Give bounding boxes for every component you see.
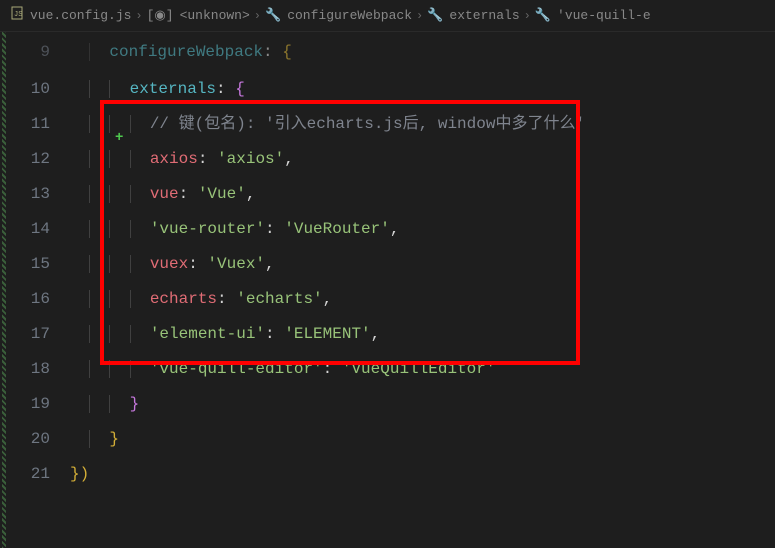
code-line: 'element-ui': 'ELEMENT',	[70, 317, 775, 352]
breadcrumb-symbol-label: <unknown>	[180, 8, 250, 23]
code-line: 'vue-router': 'VueRouter',	[70, 212, 775, 247]
breadcrumb-symbol-configure[interactable]: 🔧 configureWebpack	[265, 8, 412, 23]
wrench-icon: 🔧	[535, 8, 551, 23]
code-line: configureWebpack: {	[70, 32, 775, 72]
code-line: }	[70, 422, 775, 457]
code-line: axios: 'axios',	[70, 142, 775, 177]
line-number: 12	[0, 142, 50, 177]
breadcrumb-symbol-unknown[interactable]: [◉] <unknown>	[147, 8, 250, 23]
breadcrumb-file[interactable]: JS vue.config.js	[10, 6, 131, 25]
code-line: }	[70, 387, 775, 422]
gutter-change-indicator	[2, 32, 6, 548]
line-number: 11	[0, 107, 50, 142]
breadcrumb-symbol-externals[interactable]: 🔧 externals	[427, 8, 519, 23]
code-line: echarts: 'echarts',	[70, 282, 775, 317]
js-file-icon: JS	[10, 6, 24, 25]
code-line: vue: 'Vue',	[70, 177, 775, 212]
chevron-right-icon: ›	[254, 9, 261, 23]
line-number: 10	[0, 72, 50, 107]
wrench-icon: 🔧	[427, 8, 443, 23]
chevron-right-icon: ›	[416, 9, 423, 23]
line-number: 21	[0, 457, 50, 492]
breadcrumb-symbol-quill[interactable]: 🔧 'vue-quill-e	[535, 8, 651, 23]
code-line: // 键(包名): '引入echarts.js后, window中多了什么'	[70, 107, 775, 142]
chevron-right-icon: ›	[135, 9, 142, 23]
line-number: 16	[0, 282, 50, 317]
symbol-icon: [◉]	[147, 8, 174, 23]
add-marker-icon: +	[115, 130, 123, 146]
line-number: 19	[0, 387, 50, 422]
code-editor[interactable]: 9 10 11 12 13 14 15 16 17 18 19 20 21 co…	[0, 32, 775, 548]
wrench-icon: 🔧	[265, 8, 281, 23]
code-line: externals: {	[70, 72, 775, 107]
breadcrumb-symbol-label: configureWebpack	[287, 8, 412, 23]
breadcrumb-symbol-label: 'vue-quill-e	[557, 8, 651, 23]
breadcrumb-file-label: vue.config.js	[30, 8, 131, 23]
code-content[interactable]: configureWebpack: { externals: { // 键(包名…	[70, 32, 775, 548]
line-number: 17	[0, 317, 50, 352]
code-line: vuex: 'Vuex',	[70, 247, 775, 282]
line-number: 14	[0, 212, 50, 247]
breadcrumb: JS vue.config.js › [◉] <unknown> › 🔧 con…	[0, 0, 775, 32]
line-number: 20	[0, 422, 50, 457]
svg-text:JS: JS	[14, 11, 22, 19]
code-line: 'vue-quill-editor': 'VueQuillEditor'	[70, 352, 775, 387]
line-number: 15	[0, 247, 50, 282]
line-number: 9	[0, 32, 50, 72]
line-gutter: 9 10 11 12 13 14 15 16 17 18 19 20 21	[0, 32, 70, 548]
breadcrumb-symbol-label: externals	[449, 8, 519, 23]
code-line: })	[70, 457, 775, 492]
line-number: 13	[0, 177, 50, 212]
chevron-right-icon: ›	[524, 9, 531, 23]
line-number: 18	[0, 352, 50, 387]
